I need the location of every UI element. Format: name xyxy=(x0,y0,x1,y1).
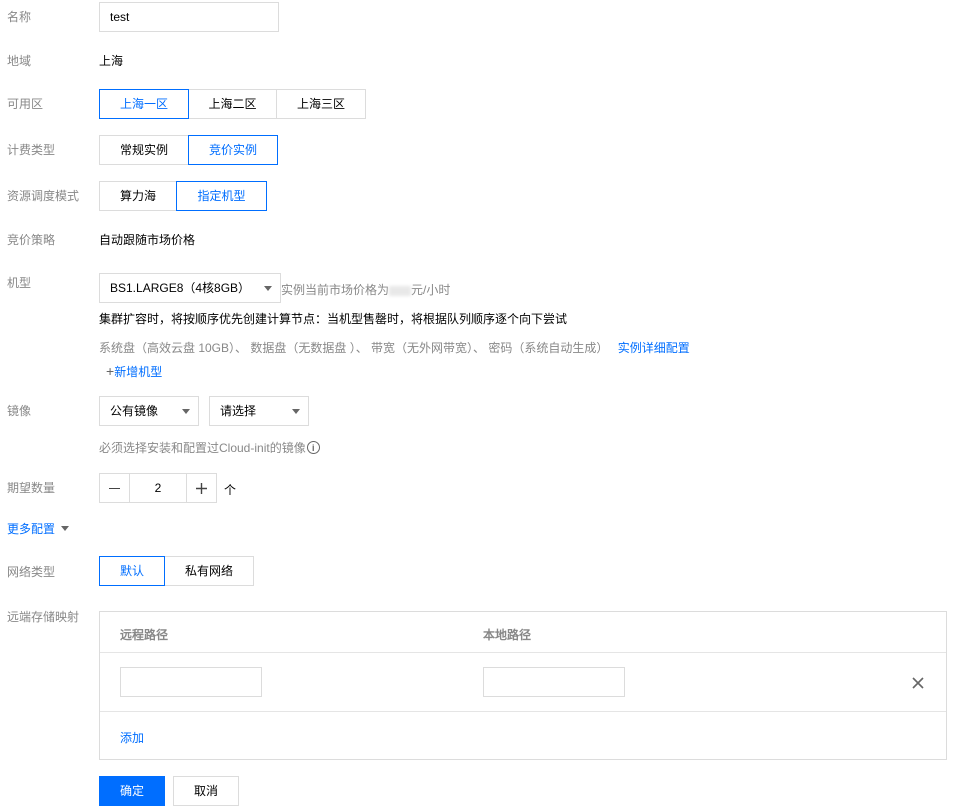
price-value-blurred xyxy=(389,285,412,296)
network-option-default[interactable]: 默认 xyxy=(99,556,165,586)
region-value: 上海 xyxy=(99,54,124,68)
chevron-down-icon xyxy=(61,526,70,531)
zone-option-2[interactable]: 上海二区 xyxy=(188,89,277,119)
billing-option-spot[interactable]: 竞价实例 xyxy=(188,135,278,165)
divider xyxy=(100,711,946,712)
chevron-down-icon xyxy=(264,286,272,291)
more-config-toggle[interactable]: 更多配置 xyxy=(7,520,70,537)
info-icon[interactable]: i xyxy=(306,441,320,454)
image-select[interactable]: 请选择 xyxy=(209,396,309,426)
add-mapping-link[interactable]: 添加 xyxy=(120,729,144,746)
instance-details: 系统盘（高效云盘 10GB）、 数据盘（无数据盘 ）、 带宽（无外网带宽）、 密… xyxy=(99,339,690,356)
zone-selector: 上海一区 上海二区 上海三区 xyxy=(99,89,366,119)
chevron-down-icon xyxy=(292,409,300,414)
network-option-vpc[interactable]: 私有网络 xyxy=(164,556,254,586)
local-path-input[interactable] xyxy=(483,667,625,697)
quantity-stepper: 2 xyxy=(99,473,217,503)
divider xyxy=(100,652,946,653)
billing-selector: 常规实例 竞价实例 xyxy=(99,135,278,165)
billing-option-regular[interactable]: 常规实例 xyxy=(99,135,189,165)
image-select-placeholder: 请选择 xyxy=(220,404,257,418)
bid-strategy-value: 自动跟随市场价格 xyxy=(99,233,196,247)
instance-type-label: 机型 xyxy=(7,276,32,290)
instance-type-select[interactable]: BS1.LARGE8（4核8GB） xyxy=(99,273,281,303)
minus-icon xyxy=(109,487,120,489)
storage-label: 远端存储映射 xyxy=(7,610,80,624)
image-label: 镜像 xyxy=(7,404,32,418)
more-config-label: 更多配置 xyxy=(7,522,56,536)
quantity-unit: 个 xyxy=(224,483,237,497)
image-type-select[interactable]: 公有镜像 xyxy=(99,396,199,426)
image-type-selected: 公有镜像 xyxy=(110,404,159,418)
col-remote-path: 远程路径 xyxy=(120,628,169,642)
scheduling-label: 资源调度模式 xyxy=(7,189,80,203)
instance-details-text: 系统盘（高效云盘 10GB）、 数据盘（无数据盘 ）、 带宽（无外网带宽）、 密… xyxy=(99,341,609,355)
zone-label: 可用区 xyxy=(7,97,44,111)
name-input[interactable] xyxy=(99,2,279,32)
storage-mapping-table: 远程路径 本地路径 添加 xyxy=(99,611,947,760)
scaling-note: 集群扩容时，将按顺序优先创建计算节点：当机型售罄时，将根据队列顺序逐个向下尝试 xyxy=(99,312,568,326)
scheduling-option-pool[interactable]: 算力海 xyxy=(99,181,177,211)
image-hint-text: 必须选择安装和配置过Cloud-init的镜像 xyxy=(99,441,306,455)
quantity-value[interactable]: 2 xyxy=(129,473,187,503)
bid-strategy-label: 竞价策略 xyxy=(7,233,56,247)
scheduling-option-specified[interactable]: 指定机型 xyxy=(176,181,267,211)
chevron-down-icon xyxy=(182,409,190,414)
increment-button[interactable] xyxy=(186,473,217,503)
name-label: 名称 xyxy=(7,10,32,24)
market-price: 实例当前市场价格为 元/小时 xyxy=(281,281,450,298)
market-price-suffix: 元/小时 xyxy=(411,283,451,297)
zone-option-1[interactable]: 上海一区 xyxy=(99,89,189,119)
network-selector: 默认 私有网络 xyxy=(99,556,254,586)
decrement-button[interactable] xyxy=(99,473,130,503)
plus-icon: + xyxy=(106,363,115,379)
col-local-path: 本地路径 xyxy=(483,628,532,642)
add-instance-type-label: 新增机型 xyxy=(114,365,163,379)
instance-details-link[interactable]: 实例详细配置 xyxy=(618,341,690,355)
market-price-prefix: 实例当前市场价格为 xyxy=(281,283,390,297)
plus-icon xyxy=(196,482,207,494)
image-hint: 必须选择安装和配置过Cloud-init的镜像 i xyxy=(99,439,320,456)
cancel-button[interactable]: 取消 xyxy=(173,776,239,806)
zone-option-3[interactable]: 上海三区 xyxy=(276,89,366,119)
quantity-label: 期望数量 xyxy=(7,481,56,495)
remote-path-input[interactable] xyxy=(120,667,262,697)
region-label: 地域 xyxy=(7,54,32,68)
close-icon[interactable] xyxy=(912,677,924,689)
instance-type-selected: BS1.LARGE8（4核8GB） xyxy=(110,281,251,295)
scheduling-selector: 算力海 指定机型 xyxy=(99,181,267,211)
billing-label: 计费类型 xyxy=(7,143,56,157)
network-label: 网络类型 xyxy=(7,565,56,579)
confirm-button[interactable]: 确定 xyxy=(99,776,165,806)
add-instance-type-link[interactable]: +新增机型 xyxy=(106,363,162,380)
